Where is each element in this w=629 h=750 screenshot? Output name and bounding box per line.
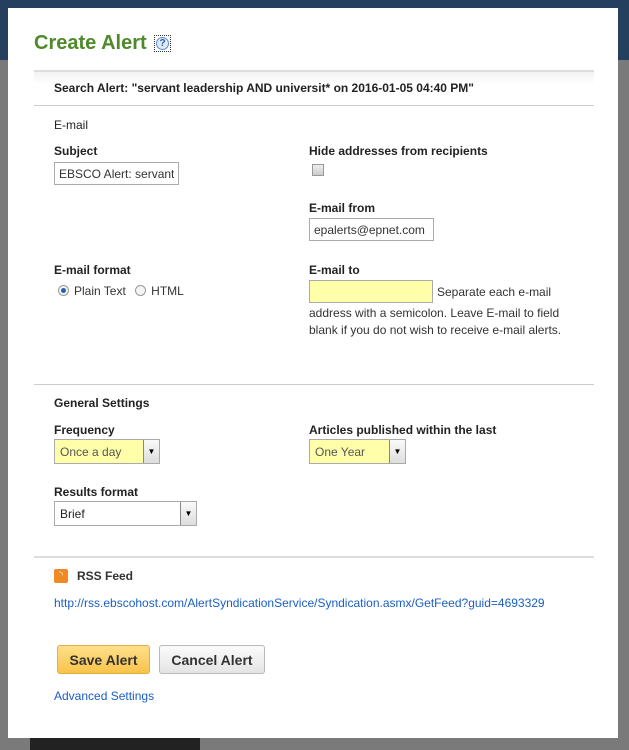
email-to-input[interactable] — [309, 280, 433, 303]
frequency-select[interactable]: Once a day ▼ — [54, 439, 160, 464]
advanced-settings-link[interactable]: Advanced Settings — [54, 689, 154, 703]
divider — [34, 105, 594, 106]
articles-published-select[interactable]: One Year ▼ — [309, 439, 406, 464]
create-alert-dialog: Create Alert ? Search Alert: "servant le… — [8, 8, 618, 738]
save-alert-button[interactable]: Save Alert — [57, 645, 150, 674]
divider — [34, 556, 594, 558]
email-format-radios: Plain Text HTML — [58, 284, 184, 298]
articles-published-value: One Year — [315, 445, 366, 459]
chevron-down-icon: ▼ — [180, 502, 196, 525]
chevron-down-icon: ▼ — [389, 440, 405, 463]
email-to-label: E-mail to — [309, 263, 360, 277]
subject-input[interactable] — [54, 162, 179, 185]
email-section-heading: E-mail — [54, 118, 89, 132]
plain-text-radio[interactable] — [58, 285, 69, 296]
dialog-title: Create Alert — [34, 32, 147, 54]
email-to-help-cont: address with a semicolon. Leave E-mail t… — [309, 306, 562, 337]
rss-icon: ◝ — [54, 569, 68, 583]
search-alert-text: Search Alert: "servant leadership AND un… — [54, 81, 474, 95]
articles-published-label: Articles published within the last — [309, 423, 497, 437]
results-format-label: Results format — [54, 485, 139, 499]
frequency-value: Once a day — [60, 445, 122, 459]
email-format-label: E-mail format — [54, 263, 131, 277]
help-button[interactable]: ? — [154, 35, 171, 52]
html-radio[interactable] — [135, 285, 147, 296]
hide-addresses-checkbox[interactable] — [312, 164, 324, 176]
subject-label: Subject — [54, 144, 98, 158]
email-from-input[interactable] — [309, 218, 434, 241]
rss-feed-link[interactable]: http://rss.ebscohost.com/AlertSyndicatio… — [54, 596, 545, 610]
email-to-help: Separate each e-mail — [437, 285, 552, 299]
html-label: HTML — [151, 284, 184, 298]
rss-feed-label: RSS Feed — [77, 569, 134, 583]
general-settings-heading: General Settings — [54, 396, 150, 410]
cancel-alert-button[interactable]: Cancel Alert — [159, 645, 265, 674]
email-from-label: E-mail from — [309, 201, 376, 215]
results-format-select[interactable]: Brief ▼ — [54, 501, 197, 526]
help-icon: ? — [156, 37, 169, 50]
hide-addresses-label: Hide addresses from recipients — [309, 144, 488, 158]
chevron-down-icon: ▼ — [143, 440, 159, 463]
results-format-value: Brief — [60, 507, 85, 521]
background-image — [30, 738, 200, 750]
plain-text-label: Plain Text — [74, 284, 126, 298]
frequency-label: Frequency — [54, 423, 115, 437]
divider — [34, 384, 594, 385]
